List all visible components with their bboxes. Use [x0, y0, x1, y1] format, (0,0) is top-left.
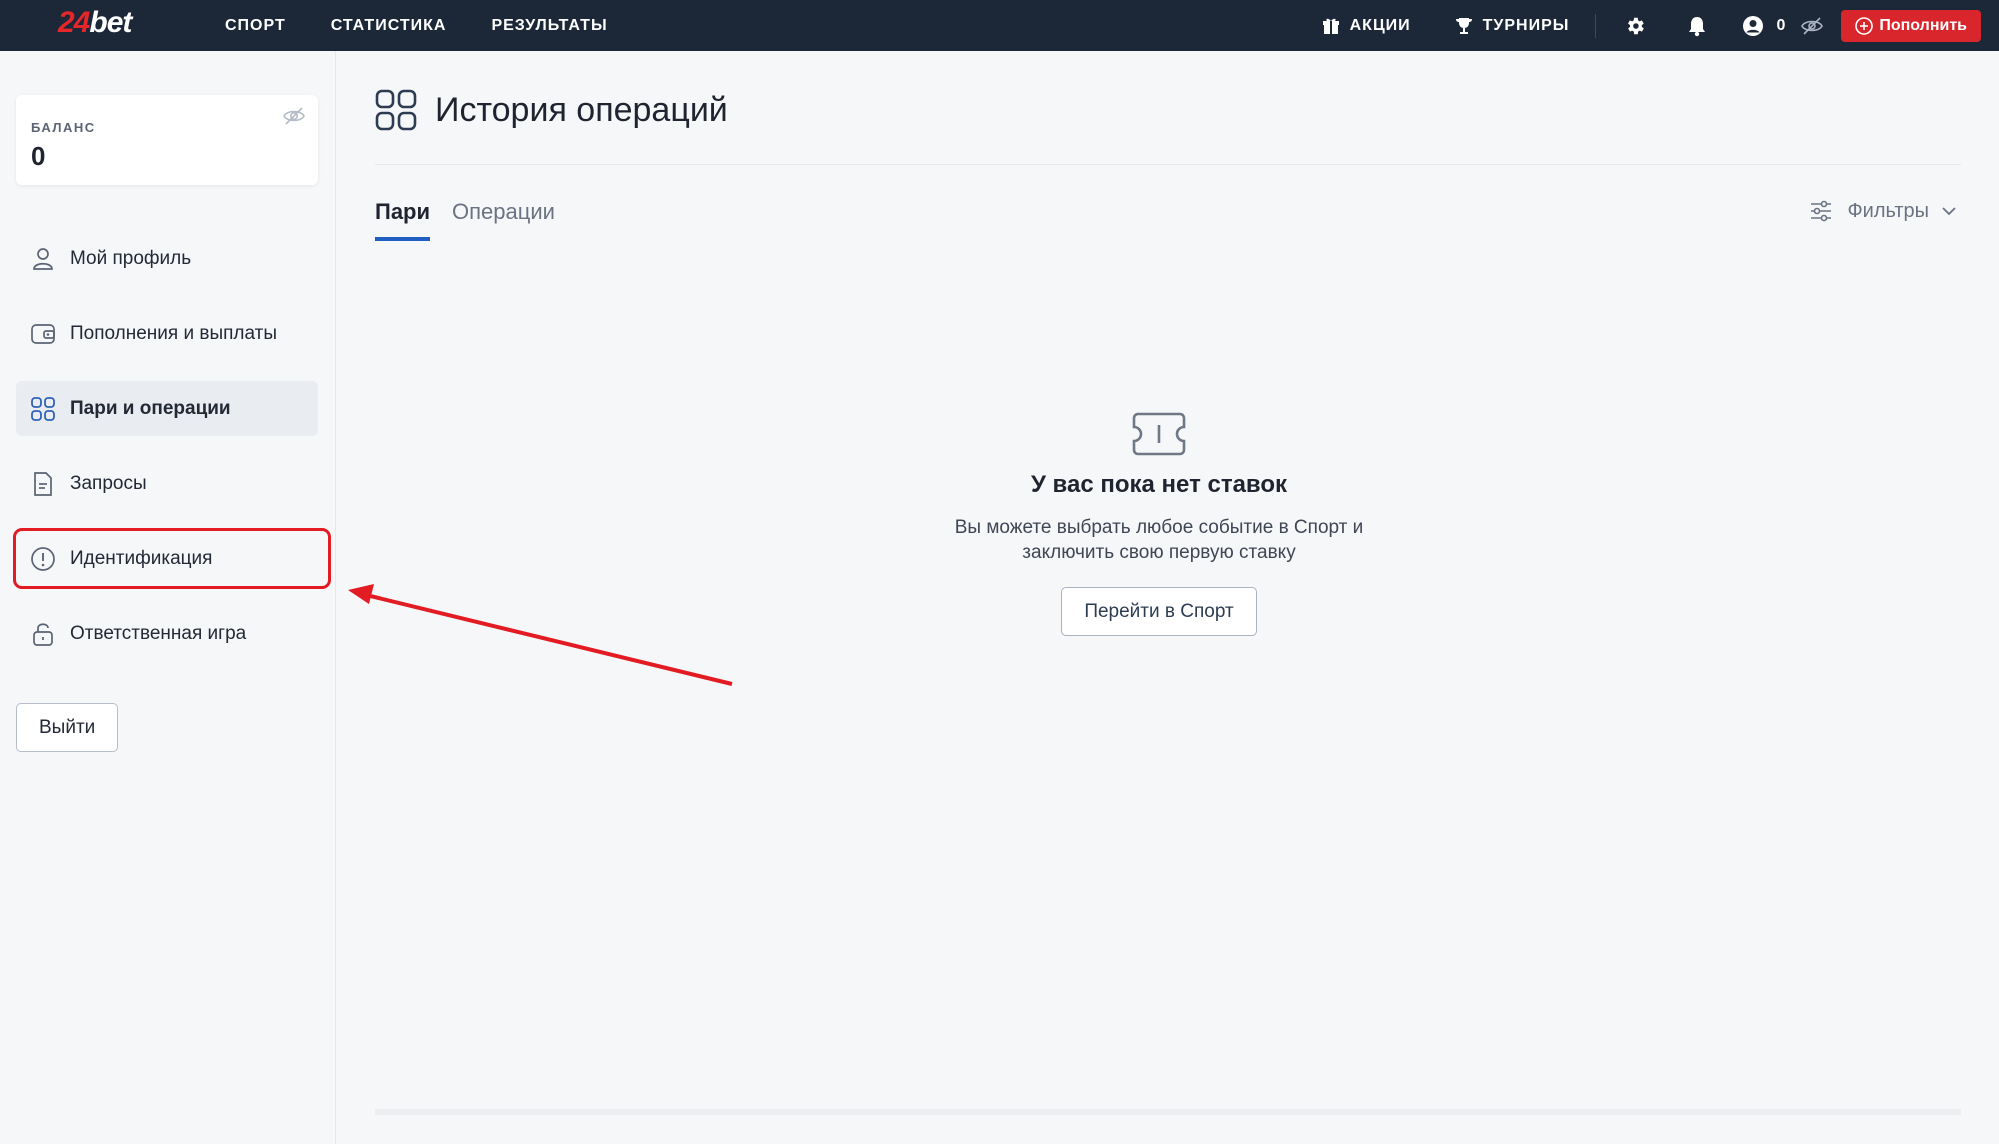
header-balance: 0 [1776, 16, 1786, 34]
sidebar-item-identification[interactable]: Идентификация [13, 528, 331, 589]
main-content: История операций Пари Операции Фильтры У… [375, 51, 1961, 1115]
deposit-button[interactable]: Пополнить [1841, 9, 1981, 42]
content-bottom-border [375, 1109, 1961, 1115]
page-header: История операций [375, 89, 728, 131]
empty-state: У вас пока нет ставок Вы можете выбрать … [875, 411, 1443, 636]
nav-sport[interactable]: СПОРТ [225, 17, 286, 35]
tab-operations[interactable]: Операции [452, 199, 555, 241]
sidebar-item-label: Запросы [70, 472, 147, 494]
go-to-sport-button[interactable]: Перейти в Спорт [1061, 587, 1257, 636]
site-logo[interactable]: 24bet [58, 6, 132, 40]
eye-off-icon [283, 107, 305, 125]
gear-icon [1628, 17, 1645, 34]
main-nav: СПОРТ СТАТИСТИКА РЕЗУЛЬТАТЫ [225, 0, 608, 51]
plus-circle-icon [1855, 16, 1874, 35]
sidebar-item-profile[interactable]: Мой профиль [16, 231, 318, 286]
sidebar-item-responsible-gaming[interactable]: Ответственная игра [16, 606, 318, 661]
balance-label: БАЛАНС [31, 120, 96, 135]
sidebar-item-payments[interactable]: Пополнения и выплаты [16, 306, 318, 361]
logout-button[interactable]: Выйти [16, 703, 119, 752]
balance-value: 0 [31, 141, 46, 171]
grid-icon [375, 89, 417, 131]
trophy-icon [1455, 17, 1472, 34]
balance-visibility-toggle[interactable] [282, 105, 306, 132]
sidebar-menu: Мой профиль Пополнения и выплаты Пари и … [13, 231, 331, 681]
lock-icon [33, 622, 53, 646]
tab-bets[interactable]: Пари [375, 199, 431, 241]
tournaments-label: ТУРНИРЫ [1482, 16, 1570, 34]
bell-icon [1689, 16, 1706, 36]
page-title: История операций [435, 90, 728, 129]
deposit-label: Пополнить [1879, 16, 1967, 34]
grid-icon [31, 396, 55, 421]
notifications-button[interactable] [1684, 13, 1710, 39]
alert-circle-icon [31, 546, 55, 571]
empty-text-line-1: Вы можете выбрать любое событие в Спорт … [954, 517, 1364, 538]
empty-title: У вас пока нет ставок [1030, 471, 1288, 498]
sliders-icon [1811, 200, 1832, 222]
ticket-icon [1132, 412, 1186, 456]
header-divider [375, 164, 1961, 165]
gift-icon [1322, 18, 1339, 34]
logo-number: 24 [58, 6, 90, 39]
filters-toggle[interactable]: Фильтры [1809, 199, 1957, 223]
hide-balance-toggle[interactable] [1799, 13, 1825, 39]
nav-results[interactable]: РЕЗУЛЬТАТЫ [491, 17, 607, 35]
sidebar-item-requests[interactable]: Запросы [16, 456, 318, 511]
tournaments-link[interactable]: ТУРНИРЫ [1455, 17, 1570, 35]
logo-text: bet [89, 6, 132, 39]
sidebar-item-label: Ответственная игра [70, 622, 247, 644]
chevron-down-icon [1942, 207, 1956, 216]
eye-off-icon [1801, 16, 1824, 35]
filters-label: Фильтры [1847, 199, 1929, 222]
sidebar-item-label: Пари и операции [70, 397, 231, 419]
sidebar-item-bets-operations[interactable]: Пари и операции [16, 381, 318, 436]
history-tabs: Пари Операции [375, 199, 555, 241]
header-actions: АКЦИИ ТУРНИРЫ 0 Пополнить [1322, 0, 1981, 51]
wallet-icon [31, 323, 55, 344]
sidebar-item-label: Мой профиль [70, 247, 192, 269]
document-icon [34, 471, 52, 496]
promotions-label: АКЦИИ [1349, 16, 1411, 34]
header-divider [1595, 13, 1597, 38]
nav-statistics[interactable]: СТАТИСТИКА [331, 17, 447, 35]
user-circle-icon [1743, 15, 1764, 36]
sidebar-item-label: Идентификация [70, 547, 213, 569]
top-navigation-bar: 24bet СПОРТ СТАТИСТИКА РЕЗУЛЬТАТЫ АКЦИИ … [0, 0, 1999, 51]
balance-card: БАЛАНС 0 [16, 95, 318, 185]
promotions-link[interactable]: АКЦИИ [1322, 17, 1411, 35]
sidebar-item-label: Пополнения и выплаты [70, 322, 278, 344]
account-button[interactable] [1740, 13, 1766, 39]
empty-text-line-2: заключить свою первую ставку [1022, 542, 1296, 563]
user-icon [33, 247, 53, 270]
account-sidebar: БАЛАНС 0 Мой профиль Пополнения и выплат… [0, 51, 336, 1144]
settings-button[interactable] [1622, 13, 1648, 39]
